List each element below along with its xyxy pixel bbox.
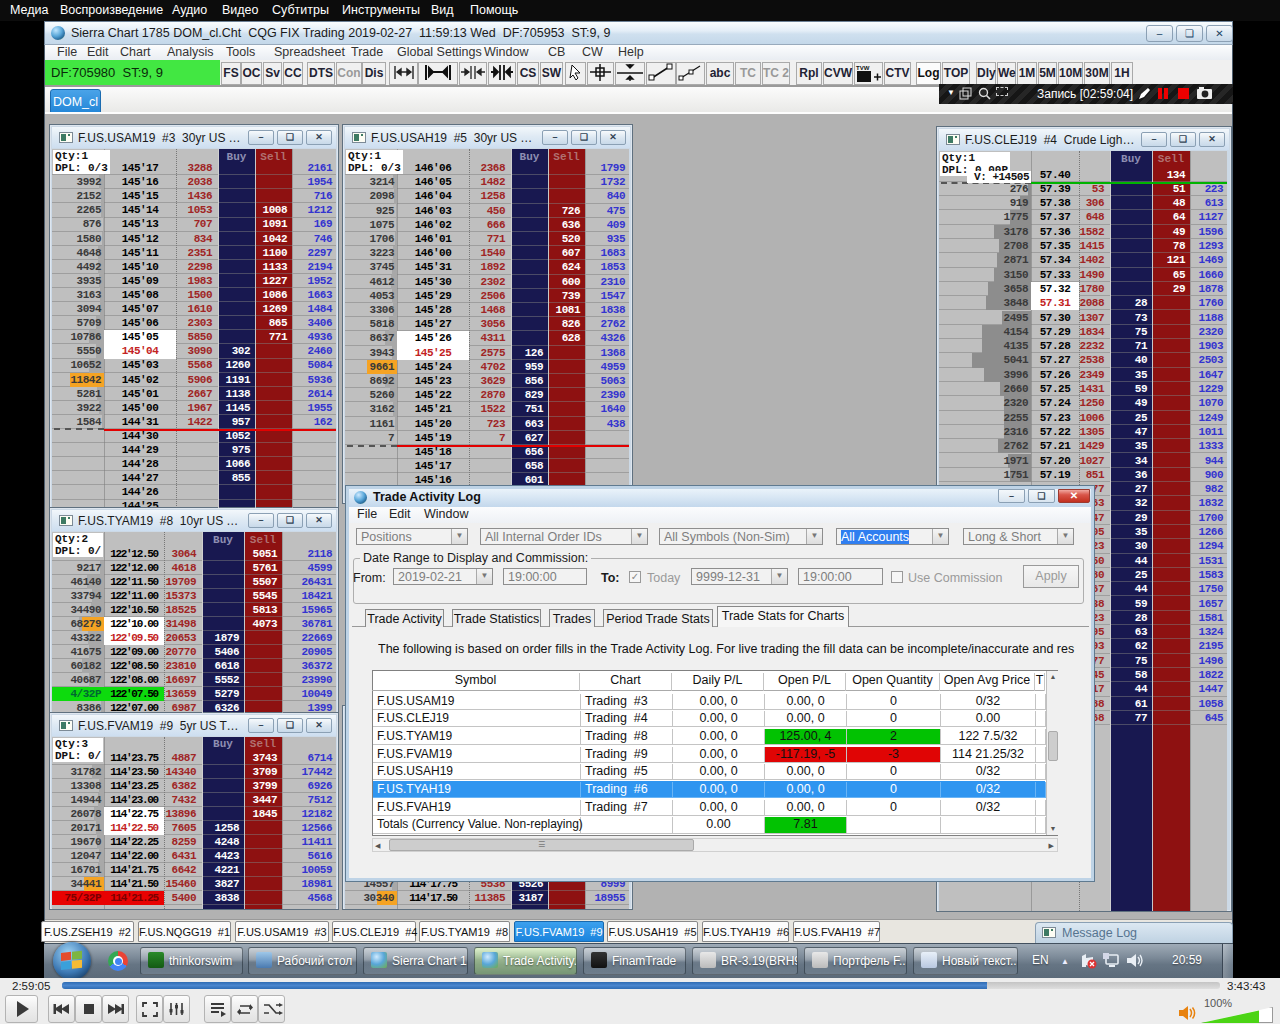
svg-text:TVW: TVW <box>856 65 870 71</box>
